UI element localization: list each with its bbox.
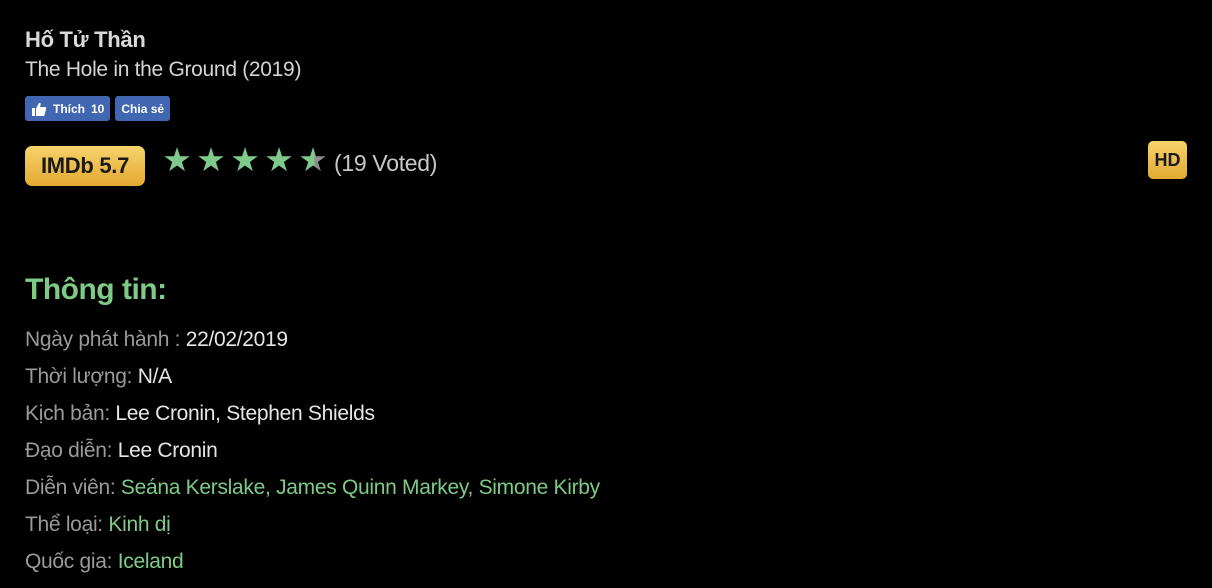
writer-label: Kịch bản:	[25, 402, 116, 425]
cast-row: Diễn viên: Seána Kerslake, James Quinn M…	[25, 476, 601, 499]
info-heading: Thông tin:	[25, 273, 167, 306]
vote-count: (19 Voted)	[334, 150, 438, 176]
writer-value: Lee Cronin, Stephen Shields	[115, 402, 375, 425]
writer-row: Kịch bản: Lee Cronin, Stephen Shields	[25, 400, 600, 437]
director-row: Đạo diễn: Lee Cronin	[25, 437, 600, 474]
star-icon-2[interactable]: ★	[194, 140, 228, 180]
star-icon-1[interactable]: ★	[160, 140, 194, 180]
cast-link[interactable]: James Quinn Markey	[276, 476, 468, 499]
duration-label: Thời lượng:	[25, 365, 138, 388]
genre-label: Thể loại:	[25, 513, 109, 536]
like-label: Thích	[53, 101, 85, 116]
director-label: Đạo diễn:	[25, 439, 118, 462]
director-value: Lee Cronin	[117, 439, 218, 462]
movie-title-english: The Hole in the Ground (2019)	[25, 58, 302, 81]
release-date-label: Ngày phát hành :	[25, 328, 186, 351]
country-label: Quốc gia:	[25, 550, 118, 573]
info-list: Ngày phát hành : 22/02/2019 Thời lượng: …	[25, 326, 600, 585]
facebook-buttons: Thích 10 Chia sẻ	[25, 96, 171, 121]
release-date-row: Ngày phát hành : 22/02/2019	[25, 326, 600, 363]
like-count: 10	[91, 101, 105, 116]
star-rating[interactable]: ★ ★ ★ ★ ★	[160, 140, 330, 180]
genre-link[interactable]: Kinh dị	[108, 513, 170, 536]
cast-link[interactable]: Simone Kirby	[479, 476, 601, 499]
release-date-value: 22/02/2019	[185, 328, 288, 351]
country-row: Quốc gia: Iceland	[25, 548, 600, 585]
genre-row: Thể loại: Kinh dị	[25, 511, 600, 548]
imdb-rating-badge: IMDb 5.7	[25, 146, 145, 186]
movie-detail-page: Hố Tử Thần The Hole in the Ground (2019)…	[0, 0, 1212, 588]
quality-badge-hd: HD	[1148, 141, 1187, 179]
cast-label: Diễn viên:	[25, 476, 121, 499]
movie-title-vietnamese: Hố Tử Thần	[25, 27, 146, 52]
facebook-like-button[interactable]: Thích 10	[25, 96, 111, 121]
duration-row: Thời lượng: N/A	[25, 363, 600, 400]
duration-value: N/A	[137, 365, 172, 388]
star-icon-3[interactable]: ★	[228, 140, 262, 180]
share-label: Chia sẻ	[121, 101, 165, 116]
cast-link[interactable]: Seána Kerslake	[121, 476, 265, 499]
thumbs-up-icon	[32, 102, 47, 116]
star-icon-5-half[interactable]: ★	[296, 140, 330, 180]
country-link[interactable]: Iceland	[118, 550, 184, 573]
facebook-share-button[interactable]: Chia sẻ	[115, 96, 171, 121]
star-icon-4[interactable]: ★	[262, 140, 296, 180]
